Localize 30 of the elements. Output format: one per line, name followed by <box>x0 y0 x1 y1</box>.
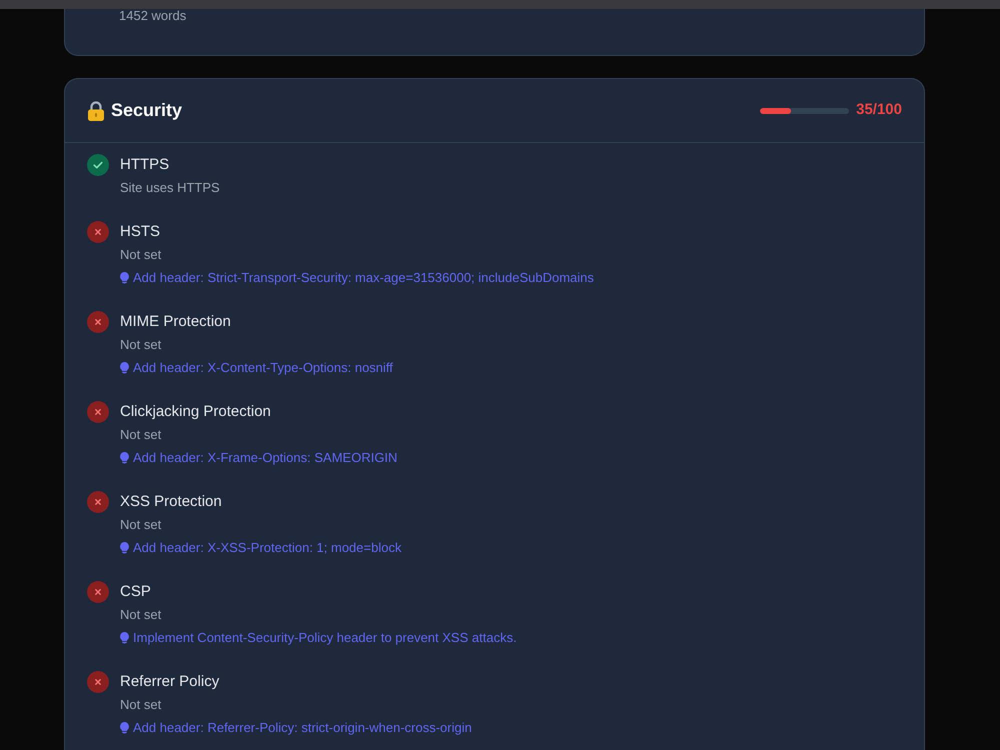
check-status: Not set <box>120 246 162 264</box>
recommendation-text: Add header: Referrer-Policy: strict-origin-when-cross-origin <box>133 719 472 737</box>
score-value: 35/100 <box>856 100 902 120</box>
recommendation-text: Add header: X-Frame-Options: SAMEORIGIN <box>133 449 398 467</box>
check-title: XSS Protection <box>120 492 222 512</box>
lightbulb-icon <box>120 722 129 734</box>
check-status: Not set <box>120 606 162 624</box>
lightbulb-icon <box>120 632 129 644</box>
check-title: HSTS <box>120 222 160 242</box>
recommendation-text: Implement Content-Security-Policy header to prevent XSS attacks. <box>133 629 517 647</box>
check-title: Referrer Policy <box>120 672 220 692</box>
recommendation-text: Add header: X-XSS-Protection: 1; mode=block <box>133 539 402 557</box>
check-title: HTTPS <box>120 155 170 175</box>
lightbulb-icon <box>120 452 129 464</box>
check-status: Not set <box>120 426 162 444</box>
check-status: Not set <box>120 696 162 714</box>
check-status: Not set <box>120 336 162 354</box>
section-title: Security <box>111 99 182 122</box>
lock-icon <box>87 100 105 120</box>
word-count: 1452 words <box>119 9 186 22</box>
check-title: Clickjacking Protection <box>120 402 271 422</box>
check-title: CSP <box>120 582 151 602</box>
lightbulb-icon <box>120 542 129 554</box>
check-status: Not set <box>120 516 162 534</box>
lightbulb-icon <box>120 272 129 284</box>
recommendation-text: Add header: X-Content-Type-Options: nosniff <box>133 359 393 377</box>
recommendation-text: Add header: Strict-Transport-Security: max-age=31536000; includeSubDomains <box>133 269 594 287</box>
lightbulb-icon <box>120 362 129 374</box>
check-status: Site uses HTTPS <box>120 179 220 197</box>
check-title: MIME Protection <box>120 312 231 332</box>
